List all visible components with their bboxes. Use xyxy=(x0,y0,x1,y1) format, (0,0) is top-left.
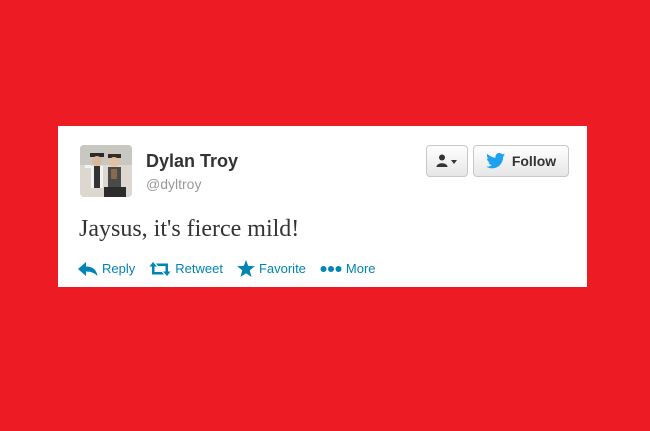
retweet-action[interactable]: Retweet xyxy=(149,261,223,276)
tweet-text: Jaysus, it's fierce mild! xyxy=(79,216,300,242)
person-dropdown-icon xyxy=(436,154,457,167)
retweet-label: Retweet xyxy=(175,261,223,276)
tweet-actions: Reply Retweet Favorite More xyxy=(78,260,390,277)
more-dots-icon xyxy=(320,265,342,272)
follow-button[interactable]: Follow xyxy=(473,145,569,177)
twitter-bird-icon xyxy=(485,153,506,169)
avatar-photo xyxy=(80,145,132,197)
reply-label: Reply xyxy=(102,261,136,276)
tweet-card: Dylan Troy @dyltroy Follow Jaysus, it's … xyxy=(58,126,587,287)
more-label: More xyxy=(345,261,376,276)
author-handle[interactable]: @dyltroy xyxy=(146,176,201,192)
reply-icon xyxy=(78,261,98,276)
user-actions-button[interactable] xyxy=(426,145,468,177)
reply-action[interactable]: Reply xyxy=(78,261,135,276)
follow-button-label: Follow xyxy=(511,153,557,169)
retweet-icon xyxy=(149,261,171,276)
avatar[interactable] xyxy=(80,145,132,197)
star-icon xyxy=(237,260,255,277)
favorite-label: Favorite xyxy=(258,261,306,276)
more-action[interactable]: More xyxy=(320,261,376,276)
favorite-action[interactable]: Favorite xyxy=(237,260,306,277)
author-name[interactable]: Dylan Troy xyxy=(146,151,238,172)
